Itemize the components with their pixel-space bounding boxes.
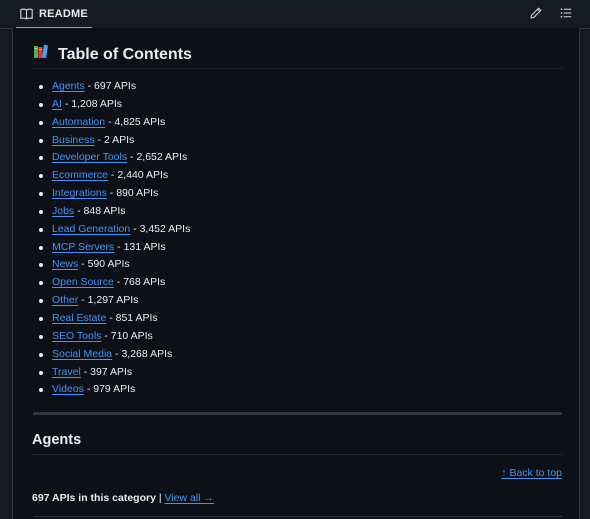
toc-item: Ecommerce - 2,440 APIs: [38, 167, 190, 185]
toc-item: Agents - 697 APIs: [38, 78, 190, 96]
readme-viewer: README Table of Contents Agents - 697 AP…: [0, 0, 590, 519]
agents-heading: Agents: [32, 432, 82, 448]
toc-item: Real Estate - 851 APIs: [38, 310, 190, 328]
toc-item: SEO Tools - 710 APIs: [38, 328, 190, 346]
view-all-link[interactable]: View all →: [164, 492, 213, 504]
toc-item: News - 590 APIs: [38, 256, 190, 274]
outline-list-icon[interactable]: [558, 5, 574, 21]
toc-heading: Table of Contents: [33, 44, 192, 65]
category-count: 697 APIs in this category: [32, 492, 156, 504]
toc-item: Open Source - 768 APIs: [38, 274, 190, 292]
toc-link[interactable]: Real Estate: [52, 312, 106, 324]
toc-count: - 3,452 APIs: [130, 222, 191, 235]
header-actions: [528, 5, 574, 21]
toc-link[interactable]: Videos: [52, 383, 84, 395]
toc-link[interactable]: News: [52, 258, 78, 270]
toc-count: - 2,440 APIs: [108, 169, 169, 182]
toc-item: Lead Generation - 3,452 APIs: [38, 221, 191, 239]
readme-tab[interactable]: README: [16, 0, 92, 29]
toc-item: MCP Servers - 131 APIs: [38, 239, 190, 257]
toc-link[interactable]: Social Media: [52, 348, 112, 360]
toc-count: - 2,652 APIs: [127, 151, 188, 164]
toc-list: Agents - 697 APIs AI - 1,208 APIs Automati…: [38, 78, 191, 399]
section-divider: [33, 412, 562, 415]
toc-link[interactable]: AI: [52, 98, 62, 110]
toc-link[interactable]: Jobs: [52, 205, 74, 217]
bottom-divider: [33, 516, 562, 517]
agents-divider: [33, 454, 562, 455]
toc-item: Other - 1,297 APIs: [38, 292, 190, 310]
category-count-line: 697 APIs in this category | View all →: [32, 492, 214, 504]
toc-count: - 3,268 APIs: [112, 347, 173, 360]
toc-link[interactable]: MCP Servers: [52, 241, 114, 253]
toc-link[interactable]: Business: [52, 134, 95, 146]
toc-link[interactable]: SEO Tools: [52, 330, 101, 342]
toc-title: Table of Contents: [58, 45, 192, 63]
toc-count: - 979 APIs: [83, 383, 136, 396]
toc-count: - 697 APIs: [84, 80, 137, 92]
toc-item: Social Media - 3,268 APIs: [38, 346, 190, 364]
readme-header: README: [0, 0, 590, 29]
back-to-top-link[interactable]: ↑ Back to top: [501, 467, 562, 479]
toc-item: Travel - 397 APIs: [38, 364, 190, 382]
toc-count: - 1,208 APIs: [61, 97, 123, 110]
toc-item: Business - 2 APIs: [38, 132, 190, 150]
toc-link[interactable]: Lead Generation: [52, 223, 130, 235]
toc-count: - 131 APIs: [114, 240, 166, 253]
toc-item: AI - 1,208 APIs: [38, 96, 190, 114]
toc-count: - 890 APIs: [106, 187, 159, 200]
toc-count: - 1,297 APIs: [78, 294, 139, 307]
toc-item: Jobs - 848 APIs: [38, 203, 190, 221]
toc-count: - 710 APIs: [101, 329, 153, 342]
toc-count: - 768 APIs: [113, 276, 166, 289]
toc-link[interactable]: Open Source: [52, 276, 114, 288]
toc-count: - 2 APIs: [94, 133, 135, 146]
toc-link[interactable]: Other: [52, 294, 78, 306]
readme-tab-label: README: [39, 7, 88, 20]
books-icon: [33, 44, 50, 65]
toc-count: - 848 APIs: [74, 204, 126, 217]
toc-item: Videos - 979 APIs: [38, 381, 190, 399]
toc-count: - 4,825 APIs: [105, 115, 166, 128]
toc-item: Integrations - 890 APIs: [38, 185, 190, 203]
toc-link[interactable]: Travel: [52, 366, 81, 378]
toc-count: - 397 APIs: [80, 365, 133, 378]
toc-item: Automation - 4,825 APIs: [38, 114, 190, 132]
toc-link[interactable]: Integrations: [52, 187, 107, 199]
toc-link[interactable]: Ecommerce: [52, 169, 108, 181]
toc-count: - 851 APIs: [106, 311, 158, 324]
toc-count: - 590 APIs: [78, 258, 130, 271]
toc-item: Developer Tools - 2,652 APIs: [38, 149, 190, 167]
toc-link[interactable]: Developer Tools: [52, 151, 127, 163]
toc-link[interactable]: Automation: [52, 116, 105, 128]
toc-link[interactable]: Agents: [52, 80, 85, 92]
toc-divider: [33, 68, 562, 69]
edit-pencil-icon[interactable]: [528, 5, 544, 21]
book-icon: [20, 8, 33, 20]
